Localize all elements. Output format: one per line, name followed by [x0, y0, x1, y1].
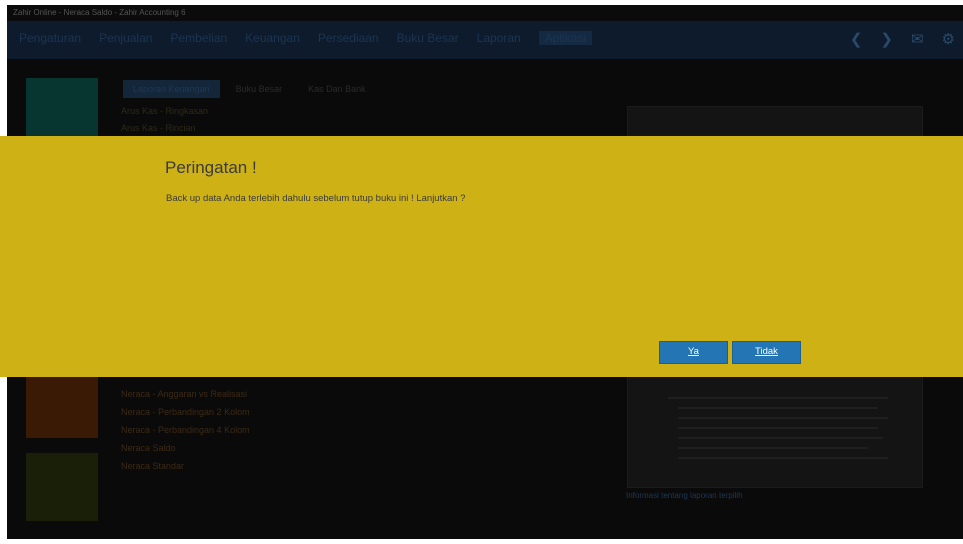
report-item-arus-kas-rincian[interactable]: Arus Kas - Rincian: [121, 120, 208, 137]
preview-line: [678, 417, 888, 419]
preview-line: [668, 397, 888, 399]
tab-kas-dan-bank[interactable]: Kas Dan Bank: [298, 80, 376, 98]
menu-item-keuangan[interactable]: Keuangan: [245, 31, 300, 45]
report-item-neraca-saldo[interactable]: Neraca Saldo: [121, 439, 250, 457]
report-item-arus-kas-ringkasan[interactable]: Arus Kas - Ringkasan: [121, 103, 208, 120]
report-item-neraca-standar[interactable]: Neraca Standar: [121, 457, 250, 475]
nav-icons: ❮ ❯ ✉ ⚙: [850, 30, 955, 48]
preview-line: [678, 447, 868, 449]
preview-line: [678, 427, 878, 429]
preview-caption: Informasi tentang laporan terpilih: [626, 491, 743, 500]
preview-line: [678, 457, 888, 459]
tile-laporan-keuangan[interactable]: [26, 78, 98, 140]
preview-line: [678, 407, 878, 409]
warning-dialog: Peringatan ! Back up data Anda terlebih …: [0, 136, 963, 377]
menu-item-penjualan[interactable]: Penjualan: [99, 31, 152, 45]
gear-icon[interactable]: ⚙: [942, 30, 955, 48]
report-list-top: Arus Kas - Ringkasan Arus Kas - Rincian: [121, 103, 208, 137]
preview-line: [678, 437, 883, 439]
tile-olive-module[interactable]: [26, 453, 98, 521]
report-item-perbandingan-2[interactable]: Neraca - Perbandingan 2 Kolom: [121, 403, 250, 421]
menu-item-aplikasi[interactable]: Aplikasi: [538, 31, 593, 45]
report-tabs: Laporan Keuangan Buku Besar Kas Dan Bank: [123, 80, 376, 98]
main-menu: Pengaturan Penjualan Pembelian Keuangan …: [19, 31, 593, 45]
report-item-anggaran[interactable]: Neraca - Anggaran vs Realisasi: [121, 385, 250, 403]
yes-button[interactable]: Ya: [659, 341, 728, 364]
menu-item-buku-besar[interactable]: Buku Besar: [397, 31, 459, 45]
report-list-bottom: Neraca - Anggaran vs Realisasi Neraca - …: [121, 385, 250, 475]
title-bar: Zahir Online - Neraca Saldo - Zahir Acco…: [7, 5, 963, 21]
menu-item-pengaturan[interactable]: Pengaturan: [19, 31, 81, 45]
report-item-perbandingan-4[interactable]: Neraca - Perbandingan 4 Kolom: [121, 421, 250, 439]
dialog-title: Peringatan !: [165, 158, 257, 177]
main-menu-bar: Pengaturan Penjualan Pembelian Keuangan …: [7, 21, 963, 59]
menu-item-laporan[interactable]: Laporan: [477, 31, 521, 45]
dialog-message: Back up data Anda terlebih dahulu sebelu…: [166, 193, 466, 204]
menu-item-persediaan[interactable]: Persediaan: [318, 31, 379, 45]
tile-orange-module[interactable]: [26, 376, 98, 438]
back-icon[interactable]: ❮: [850, 30, 863, 48]
mail-icon[interactable]: ✉: [911, 30, 924, 48]
forward-icon[interactable]: ❯: [880, 30, 893, 48]
tab-buku-besar[interactable]: Buku Besar: [226, 80, 293, 98]
tab-laporan-keuangan[interactable]: Laporan Keuangan: [123, 80, 220, 98]
menu-item-pembelian[interactable]: Pembelian: [170, 31, 227, 45]
no-button[interactable]: Tidak: [732, 341, 801, 364]
